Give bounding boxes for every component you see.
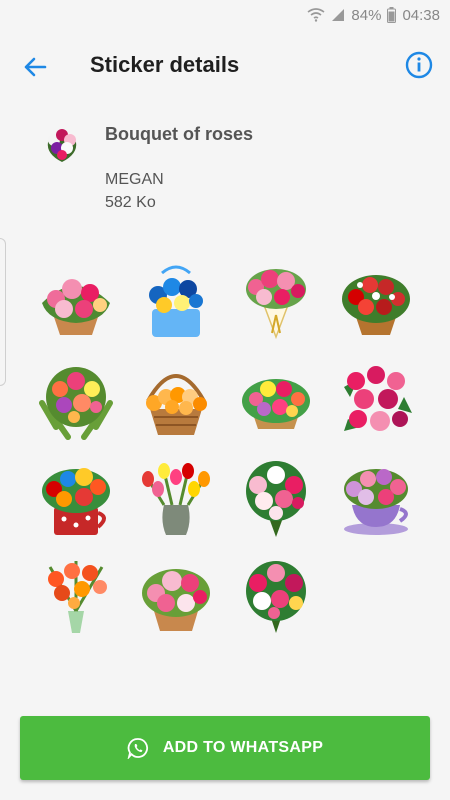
blue-flowers-basket-icon [149,265,203,337]
pink-roses-bouquet-icon [246,561,306,633]
pink-red-roses-cluster-icon [344,366,412,431]
sticker-item[interactable] [126,448,226,546]
pack-size: 582 Ko [105,194,156,211]
sticker-item[interactable] [126,546,226,644]
sticker-item[interactable] [26,252,126,350]
sticker-item[interactable] [226,350,326,448]
sticker-item[interactable] [326,448,426,546]
app-bar: Sticker details [0,30,450,102]
sticker-item[interactable] [126,350,226,448]
status-bar: 84% 04:38 [0,0,450,30]
back-button[interactable] [18,50,52,84]
edge-panel-handle[interactable] [0,238,6,386]
pink-white-roses-bouquet-icon [246,461,306,537]
sticker-item[interactable] [326,350,426,448]
sticker-item[interactable] [126,252,226,350]
sticker-grid [26,252,426,644]
tulips-vase-icon [142,463,210,535]
info-icon [405,51,433,79]
sticker-item[interactable] [26,448,126,546]
whatsapp-icon [127,738,148,759]
wifi-icon [307,8,325,22]
sticker-item[interactable] [26,546,126,644]
status-icons: 84% 04:38 [307,0,440,30]
sticker-item[interactable] [26,350,126,448]
sticker-item[interactable] [226,252,326,350]
roses-mug-icon [42,468,110,535]
battery-icon [387,7,397,23]
orange-flowers-vase-icon [48,561,107,633]
info-button[interactable] [404,50,434,80]
sticker-item[interactable] [226,448,326,546]
roses-balloons-bouquet-icon [246,269,306,340]
sticker-item[interactable] [326,252,426,350]
clock: 04:38 [402,6,440,24]
colorful-flower-basket-icon [242,379,310,429]
pack-tray-icon [38,120,86,168]
pack-name: Bouquet of roses [105,124,254,144]
back-arrow-icon [24,57,47,77]
orange-roses-basket-icon [146,374,207,435]
signal-icon [331,8,345,22]
pink-roses-basket-2-icon [142,569,210,631]
mixed-bouquet-icon [39,367,113,440]
add-to-whatsapp-button[interactable]: ADD TO WHATSAPP [20,716,430,780]
page-title: Sticker details [90,52,240,77]
battery-percent: 84% [351,6,382,24]
sticker-item[interactable] [226,546,326,644]
pink-roses-basket-icon [42,279,110,335]
red-roses-basket-icon [342,275,410,335]
add-button-label: ADD TO WHATSAPP [162,739,324,756]
pack-author: MEGAN [105,171,164,188]
flowers-teacup-icon [344,469,408,535]
pack-header: Bouquet of roses MEGAN 582 Ko [0,110,450,230]
